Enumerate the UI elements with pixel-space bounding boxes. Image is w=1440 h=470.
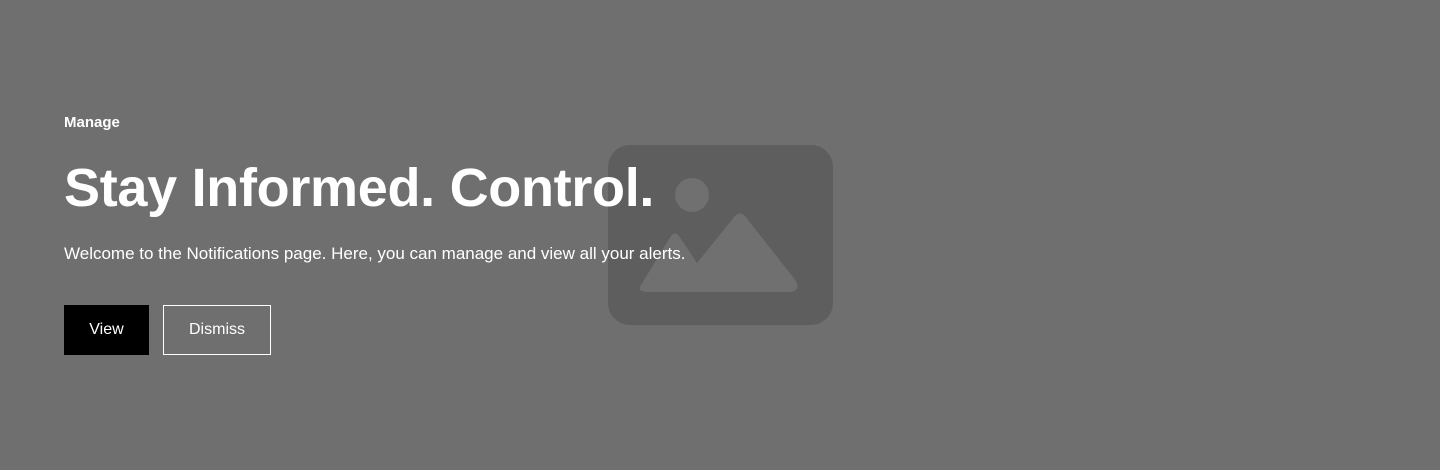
page-title: Stay Informed. Control. (64, 158, 655, 218)
hero-actions: View Dismiss (64, 305, 824, 355)
hero-section: Manage Stay Informed. Control. Welcome t… (0, 0, 1440, 470)
intro-text: Welcome to the Notifications page. Here,… (64, 244, 686, 263)
hero-content: Manage Stay Informed. Control. Welcome t… (64, 114, 824, 355)
view-button[interactable]: View (64, 305, 149, 355)
eyebrow-text: Manage (64, 114, 120, 131)
dismiss-button[interactable]: Dismiss (163, 305, 271, 355)
